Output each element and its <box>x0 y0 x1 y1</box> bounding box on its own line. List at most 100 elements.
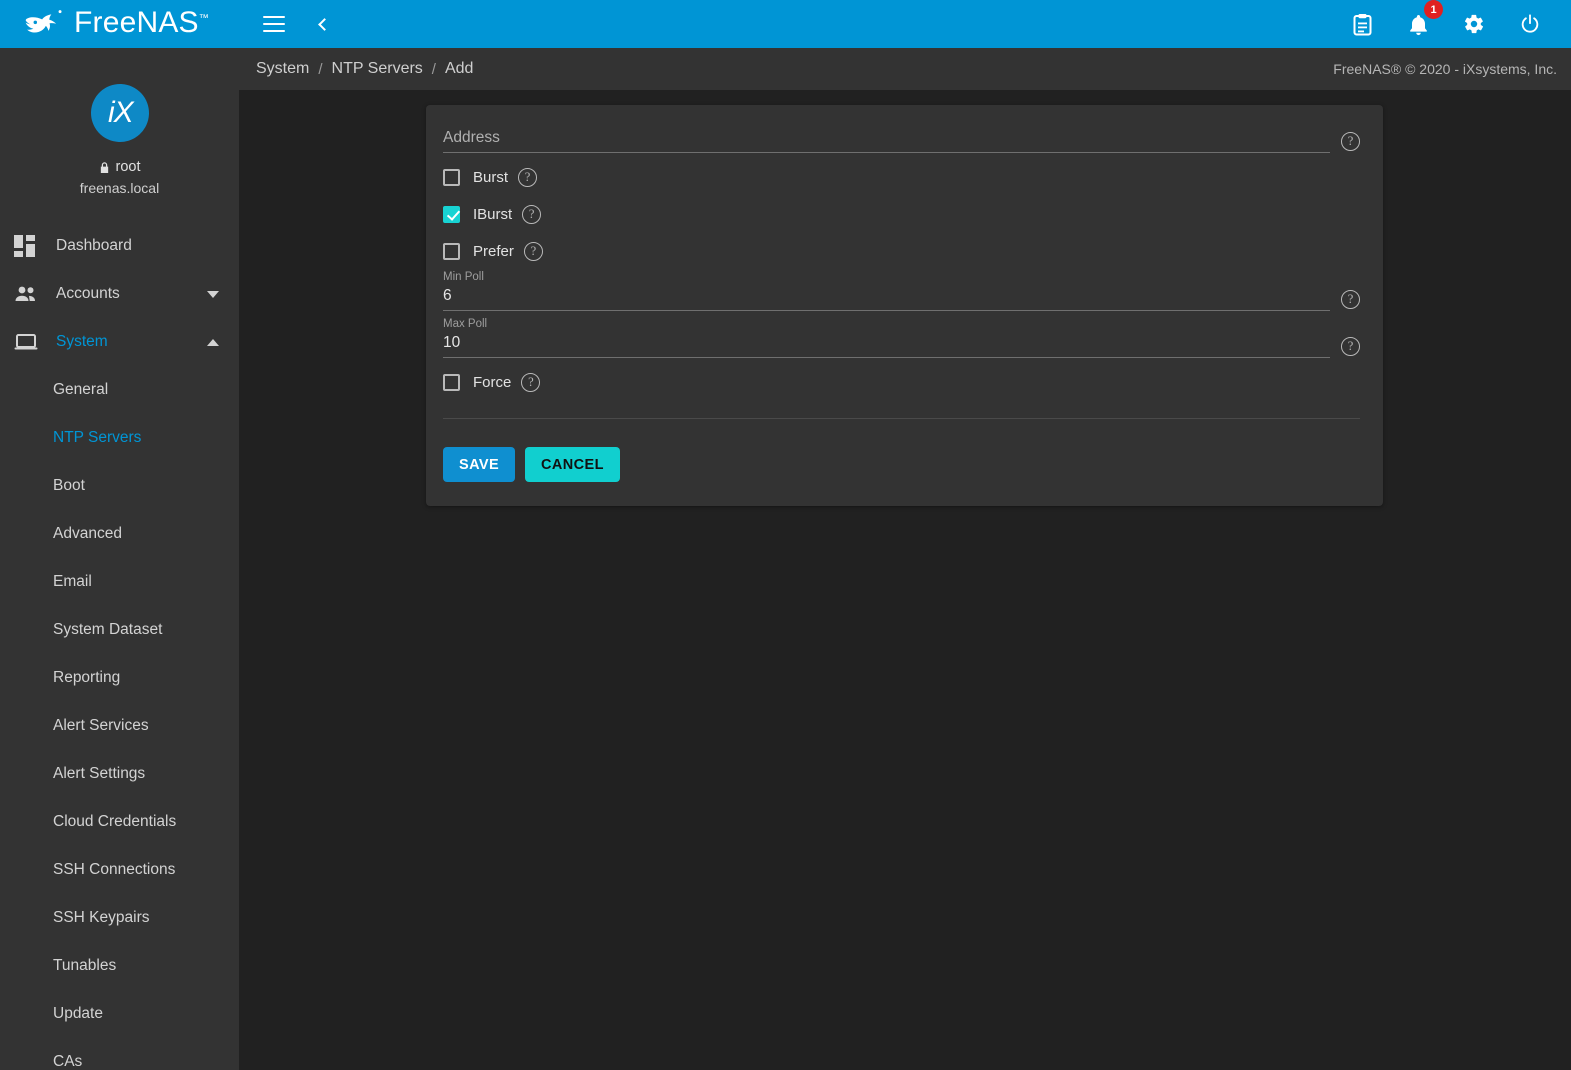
power-button[interactable] <box>1513 7 1547 41</box>
address-field-group: Address ? <box>443 127 1360 153</box>
app-root: FreeNAS™ <box>0 0 1571 1070</box>
sidebar-nav: Dashboard Accounts <box>0 222 239 1070</box>
prefer-help-icon[interactable]: ? <box>524 242 543 261</box>
tasks-button[interactable] <box>1345 7 1379 41</box>
max-poll-label: Max Poll <box>443 317 1330 331</box>
avatar-text: iX <box>107 96 132 130</box>
alerts-button[interactable]: 1 <box>1401 7 1435 41</box>
username-row: root <box>0 159 239 175</box>
clipboard-icon <box>1352 13 1373 36</box>
sidebar-subitem-ssh-connections[interactable]: SSH Connections <box>0 846 239 894</box>
sidebar-collapse-button[interactable] <box>305 7 339 41</box>
prefer-label: Prefer <box>473 243 514 260</box>
burst-help-icon[interactable]: ? <box>518 168 537 187</box>
breadcrumb-separator: / <box>318 61 322 78</box>
chevron-down-icon[interactable] <box>207 291 219 298</box>
people-icon <box>14 283 44 305</box>
force-checkbox[interactable] <box>443 374 460 391</box>
sidebar-subitem-advanced[interactable]: Advanced <box>0 510 239 558</box>
breadcrumb: System / NTP Servers / Add <box>256 60 473 78</box>
sidebar-subitem-email[interactable]: Email <box>0 558 239 606</box>
force-help-icon[interactable]: ? <box>521 373 540 392</box>
sidebar-subitem-label: Advanced <box>53 525 122 543</box>
sidebar-subitem-boot[interactable]: Boot <box>0 462 239 510</box>
max-poll-input[interactable]: 10 <box>443 332 1330 358</box>
top-bar-right-controls: 1 <box>1345 7 1571 41</box>
content-area: Address ? Burst ? IBurst ? <box>239 90 1571 1070</box>
burst-checkbox[interactable] <box>443 169 460 186</box>
force-checkbox-row: Force ? <box>443 364 1360 400</box>
breadcrumb-bar: System / NTP Servers / Add FreeNAS® © 20… <box>239 48 1571 90</box>
copyright-text: FreeNAS® © 2020 - iXsystems, Inc. <box>1333 61 1557 77</box>
sidebar-subitem-cloud-credentials[interactable]: Cloud Credentials <box>0 798 239 846</box>
prefer-checkbox-row: Prefer ? <box>443 233 1360 269</box>
sidebar-subitem-label: Alert Settings <box>53 765 145 783</box>
settings-button[interactable] <box>1457 7 1491 41</box>
address-input[interactable]: Address <box>443 127 1330 153</box>
max-poll-field-group: Max Poll 10 ? <box>443 317 1360 358</box>
sidebar-subitem-update[interactable]: Update <box>0 990 239 1038</box>
sidebar-subitem-label: Email <box>53 573 92 591</box>
max-poll-help-icon[interactable]: ? <box>1341 337 1360 356</box>
sidebar-subitem-label: General <box>53 381 108 399</box>
sidebar-subitem-reporting[interactable]: Reporting <box>0 654 239 702</box>
brand-logo-area[interactable]: FreeNAS™ <box>0 0 239 48</box>
sidebar-subitem-cas[interactable]: CAs <box>0 1038 239 1070</box>
sidebar-subitem-label: Alert Services <box>53 717 149 735</box>
brand-name: FreeNAS™ <box>74 8 209 38</box>
sidebar-subitem-general[interactable]: General <box>0 366 239 414</box>
sidebar-item-dashboard[interactable]: Dashboard <box>0 222 239 270</box>
sidebar-subitem-alert-services[interactable]: Alert Services <box>0 702 239 750</box>
brand-trademark: ™ <box>199 13 209 24</box>
sidebar-subitem-system-dataset[interactable]: System Dataset <box>0 606 239 654</box>
iburst-label: IBurst <box>473 206 512 223</box>
form-fields: Address ? Burst ? IBurst ? <box>426 105 1383 427</box>
lock-icon <box>99 161 110 174</box>
alerts-badge: 1 <box>1424 0 1443 19</box>
iburst-help-icon[interactable]: ? <box>522 205 541 224</box>
burst-checkbox-row: Burst ? <box>443 159 1360 195</box>
breadcrumb-separator: / <box>432 61 436 78</box>
grid-icon <box>14 235 44 257</box>
chevron-up-icon[interactable] <box>207 339 219 346</box>
sidebar-subitem-tunables[interactable]: Tunables <box>0 942 239 990</box>
chevron-left-icon <box>318 18 331 31</box>
gear-icon <box>1463 13 1485 35</box>
sidebar-subitem-label: SSH Connections <box>53 861 175 879</box>
sidebar-subitem-alert-settings[interactable]: Alert Settings <box>0 750 239 798</box>
laptop-icon <box>14 331 44 353</box>
ntp-server-form-card: Address ? Burst ? IBurst ? <box>426 105 1383 506</box>
min-poll-help-icon[interactable]: ? <box>1341 290 1360 309</box>
sidebar-subitem-ssh-keypairs[interactable]: SSH Keypairs <box>0 894 239 942</box>
burst-label: Burst <box>473 169 508 186</box>
sidebar-subitem-label: CAs <box>53 1053 82 1070</box>
iburst-checkbox-row: IBurst ? <box>443 196 1360 232</box>
brand-name-text: FreeNAS <box>74 6 199 39</box>
sidebar-subitem-label: NTP Servers <box>53 429 141 447</box>
iburst-checkbox[interactable] <box>443 206 460 223</box>
breadcrumb-item-system[interactable]: System <box>256 60 309 78</box>
sidebar-item-accounts[interactable]: Accounts <box>0 270 239 318</box>
sidebar-subitem-label: System Dataset <box>53 621 162 639</box>
sidebar-subitem-label: SSH Keypairs <box>53 909 149 927</box>
sidebar-subitem-label: Boot <box>53 477 85 495</box>
sidebar-subitem-label: Update <box>53 1005 103 1023</box>
breadcrumb-item-ntp-servers[interactable]: NTP Servers <box>332 60 423 78</box>
top-bar: FreeNAS™ <box>0 0 1571 48</box>
sidebar: iX root freenas.local <box>0 48 239 1070</box>
save-button[interactable]: SAVE <box>443 447 515 482</box>
sidebar-item-system[interactable]: System <box>0 318 239 366</box>
menu-toggle-button[interactable] <box>257 7 291 41</box>
min-poll-input[interactable]: 6 <box>443 285 1330 311</box>
force-label: Force <box>473 374 511 391</box>
sidebar-subitem-label: Tunables <box>53 957 116 975</box>
address-help-icon[interactable]: ? <box>1341 132 1360 151</box>
ix-avatar: iX <box>82 76 156 150</box>
sidebar-item-label: Accounts <box>56 285 207 303</box>
hamburger-icon <box>263 16 285 32</box>
sidebar-item-label: System <box>56 333 207 351</box>
sidebar-subitem-ntp-servers[interactable]: NTP Servers <box>0 414 239 462</box>
prefer-checkbox[interactable] <box>443 243 460 260</box>
card-divider <box>443 418 1360 419</box>
cancel-button[interactable]: CANCEL <box>525 447 620 482</box>
